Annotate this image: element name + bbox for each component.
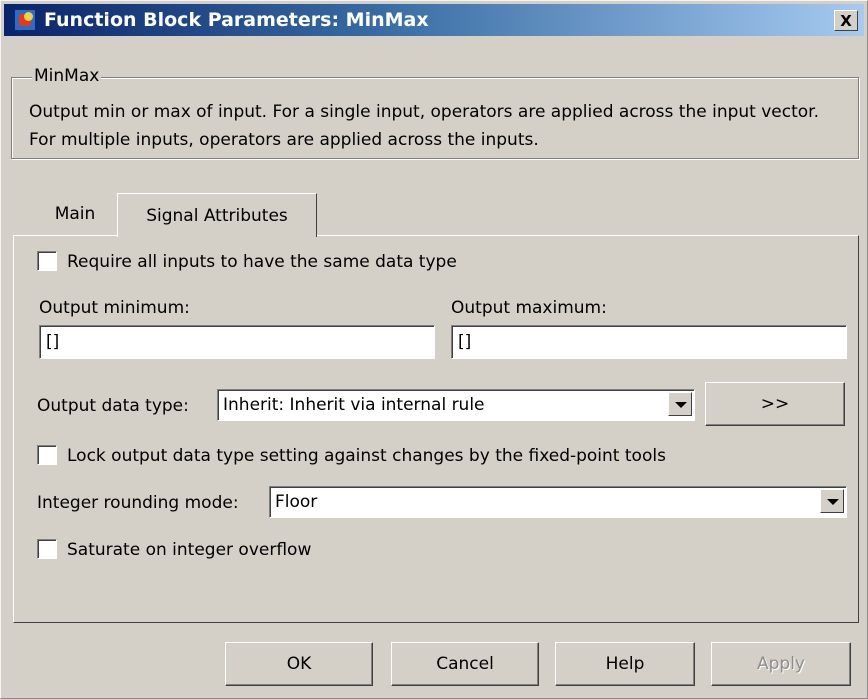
saturate-checkbox[interactable]	[37, 539, 57, 559]
help-button[interactable]: Help	[555, 642, 695, 686]
signal-attributes-panel	[13, 235, 859, 623]
tab-signal-attributes[interactable]: Signal Attributes	[117, 193, 317, 237]
output-data-type-select[interactable]: Inherit: Inherit via internal rule	[217, 389, 695, 421]
cancel-button[interactable]: Cancel	[391, 642, 539, 686]
output-maximum-label: Output maximum:	[451, 298, 607, 318]
rounding-mode-value: Floor	[275, 492, 318, 512]
output-maximum-input[interactable]: []	[451, 325, 847, 359]
output-minimum-label: Output minimum:	[39, 298, 190, 318]
block-description: Output min or max of input. For a single…	[29, 102, 820, 150]
window-title: Function Block Parameters: MinMax	[44, 9, 429, 31]
ok-button[interactable]: OK	[225, 642, 373, 686]
chevron-down-icon[interactable]	[668, 392, 692, 416]
dialog-window: Function Block Parameters: MinMax X MinM…	[0, 0, 868, 699]
close-button[interactable]: X	[834, 10, 858, 31]
group-legend: MinMax	[32, 65, 102, 87]
rounding-mode-label: Integer rounding mode:	[37, 493, 239, 513]
output-data-type-value: Inherit: Inherit via internal rule	[223, 395, 485, 415]
data-type-assistant-button[interactable]: >>	[705, 382, 845, 426]
output-minimum-input[interactable]: []	[39, 325, 435, 359]
apply-button: Apply	[711, 642, 851, 686]
tab-main[interactable]: Main	[29, 197, 121, 231]
title-bar[interactable]: Function Block Parameters: MinMax X	[4, 4, 864, 36]
simulink-app-icon	[14, 9, 36, 31]
saturate-label: Saturate on integer overflow	[67, 540, 312, 560]
same-type-checkbox[interactable]	[37, 251, 57, 271]
rounding-mode-select[interactable]: Floor	[269, 486, 847, 518]
chevron-down-icon[interactable]	[820, 489, 844, 513]
output-data-type-label: Output data type:	[37, 396, 189, 416]
same-type-label: Require all inputs to have the same data…	[67, 252, 457, 272]
lock-data-type-checkbox[interactable]	[37, 445, 57, 465]
lock-data-type-label: Lock output data type setting against ch…	[67, 446, 666, 466]
